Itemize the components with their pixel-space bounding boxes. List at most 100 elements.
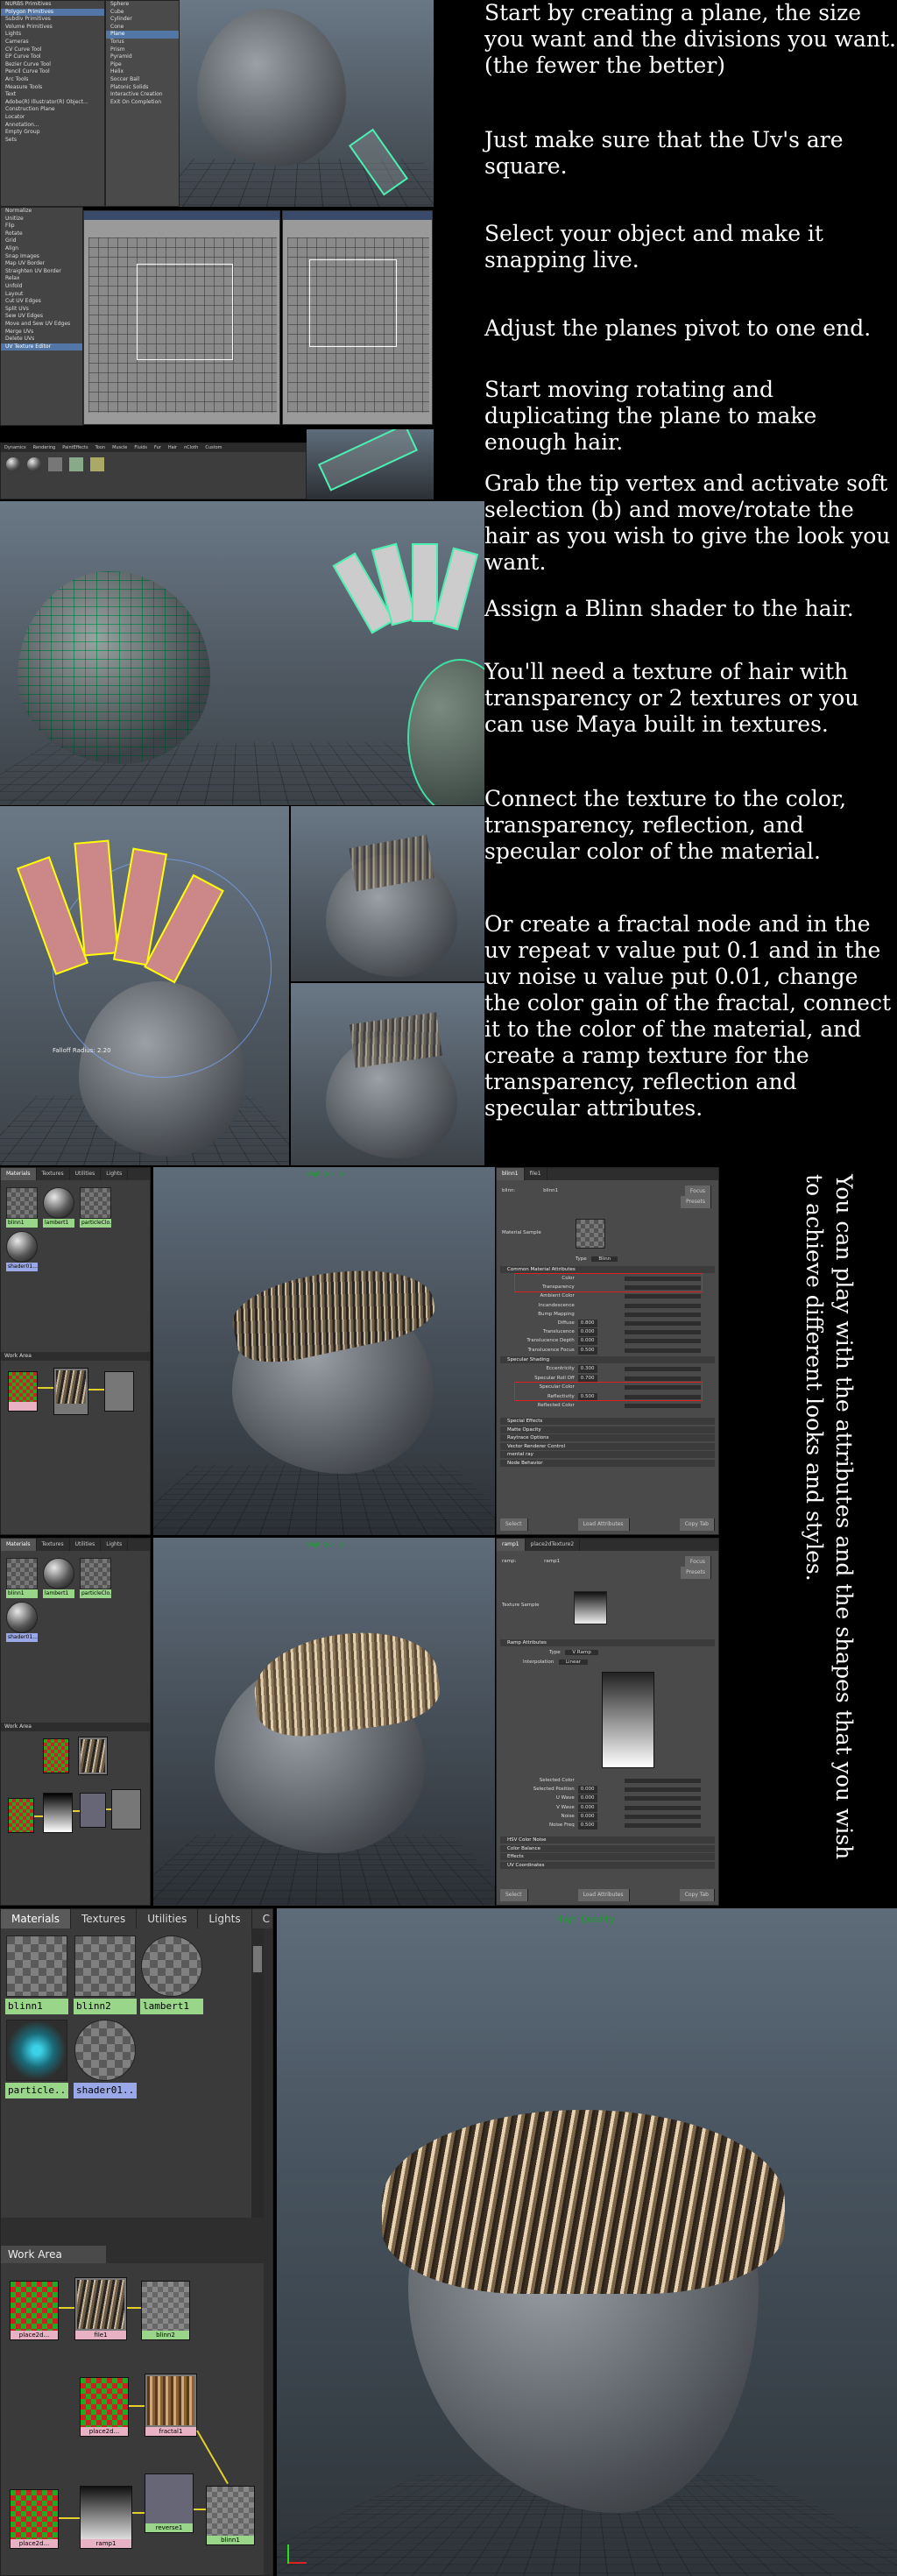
select-button-1[interactable]: Select (500, 1518, 528, 1531)
shelf-tab[interactable]: Dynamics (1, 443, 30, 452)
attr-row[interactable]: Incandescence (502, 1302, 713, 1310)
tab-textures[interactable]: Textures (37, 1168, 70, 1180)
big-swatch-shader01[interactable] (74, 2020, 136, 2081)
swatch-lambert1[interactable] (43, 1187, 74, 1219)
attr-row[interactable]: Noise Freq 0.500 (502, 1822, 713, 1829)
cube-icon[interactable] (48, 457, 62, 471)
uv-square-2[interactable] (309, 259, 397, 347)
poly-menu-item[interactable]: Exit On Completion (106, 99, 179, 107)
attr-row[interactable]: Diffuse 0.800 (502, 1320, 713, 1327)
big-tab-lights[interactable]: Lights (198, 1909, 252, 1928)
attr-row[interactable]: Selected Color (502, 1777, 713, 1785)
create-menu-item[interactable]: NURBS Primitives (1, 1, 104, 9)
uv-editor-window-1[interactable] (83, 210, 280, 425)
viewport-soft-select-3[interactable] (291, 983, 484, 1165)
tab-materials[interactable]: Materials (1, 1168, 37, 1180)
tab-lights[interactable]: Lights (101, 1168, 129, 1180)
collapsed-section[interactable]: Color Balance (500, 1844, 715, 1852)
big-node-reverse1[interactable]: reverse1 (145, 2473, 194, 2533)
collapsed-section[interactable]: Matte Opacity (500, 1426, 715, 1433)
attr-row[interactable]: Translucence Focus 0.500 (502, 1346, 713, 1355)
uv-menu-item[interactable]: Sew UV Edges (1, 313, 82, 321)
select-button-2[interactable]: Select (500, 1889, 528, 1901)
swatch-particle-2[interactable] (80, 1558, 111, 1589)
attr-presets-button[interactable]: Presets (681, 1196, 711, 1208)
swatch-shader01[interactable] (6, 1231, 38, 1263)
node-place2d-1[interactable] (8, 1371, 38, 1412)
create-menu-item[interactable]: Arc Tools (1, 76, 104, 84)
materials-scroll-thumb[interactable] (253, 1946, 262, 1972)
poly-menu-item[interactable]: Pipe (106, 61, 179, 69)
attr-row[interactable]: Eccentricity 0.300 (502, 1365, 713, 1373)
render-view-1[interactable]: High Quality (153, 1167, 495, 1535)
attr-row[interactable]: V Wave 0.000 (502, 1803, 713, 1812)
poly-menu-item[interactable]: Plane (106, 31, 179, 39)
light-icon[interactable] (90, 457, 104, 471)
tab-utilities-2[interactable]: Utilities (70, 1539, 102, 1551)
node-blinn-1[interactable] (104, 1371, 134, 1412)
uv-menu-item[interactable]: Delete UVs (1, 336, 82, 343)
collapsed-section[interactable]: UV Coordinates (500, 1861, 715, 1869)
shelf-tab[interactable]: Fluids (131, 443, 151, 452)
uv-menu-item[interactable]: Move and Sew UV Edges (1, 321, 82, 329)
collapsed-section[interactable]: HSV Color Noise (500, 1836, 715, 1844)
attr-row[interactable]: Selected Position 0.000 (502, 1786, 713, 1794)
node-place2d-3[interactable] (8, 1798, 34, 1833)
create-menu-item[interactable]: Locator (1, 114, 104, 122)
viewport-plane-closeup[interactable] (307, 429, 434, 499)
texture-icon[interactable] (69, 457, 83, 471)
uv-editor-window-2[interactable] (282, 210, 433, 425)
create-menu-item[interactable]: Pencil Curve Tool (1, 68, 104, 76)
poly-menu-item[interactable]: Pyramid (106, 53, 179, 61)
shelf-tab[interactable]: Muscle (109, 443, 131, 452)
swatch-blinn1-2[interactable] (6, 1558, 38, 1589)
poly-menu-item[interactable]: Interactive Creation (106, 91, 179, 99)
create-menu-item[interactable]: Measure Tools (1, 84, 104, 92)
shelf-tab[interactable]: Hair (165, 443, 180, 452)
collapsed-section[interactable]: Raytrace Options (500, 1434, 715, 1441)
big-node-fractal1[interactable]: fractal1 (145, 2374, 197, 2437)
work-area-canvas[interactable]: place2d... file1 blinn2 place2d... fract… (1, 2263, 264, 2575)
ramp-gradient-widget[interactable] (602, 1672, 654, 1768)
big-swatch-lambert1[interactable] (141, 1936, 202, 1997)
big-work-area-label[interactable]: Work Area (1, 2246, 106, 2263)
tab-textures-2[interactable]: Textures (37, 1539, 70, 1551)
create-menu-item[interactable]: CV Curve Tool (1, 46, 104, 54)
uv-menu-item[interactable]: Normalize (1, 208, 82, 216)
viewport-soft-select[interactable]: Falloff Radius: 2.20 (0, 806, 289, 1165)
uv-menu-item[interactable]: Split UVs (1, 306, 82, 314)
swatch-particle[interactable] (80, 1187, 111, 1219)
attr-row[interactable]: Bump Mapping (502, 1311, 713, 1319)
poly-menu-item[interactable]: Helix (106, 68, 179, 76)
attr-tab-file1[interactable]: file1 (525, 1168, 547, 1180)
viewport-head-plane[interactable] (180, 0, 434, 207)
create-menu-item[interactable]: Empty Group (1, 129, 104, 137)
uv-menu-item[interactable]: Align (1, 245, 82, 253)
tab-utilities[interactable]: Utilities (70, 1168, 102, 1180)
big-node-blinn1[interactable]: blinn1 (206, 2486, 255, 2545)
swatch-shader01-2[interactable] (6, 1602, 38, 1633)
load-attributes-button-1[interactable]: Load Attributes (577, 1518, 630, 1531)
big-tab-utilities[interactable]: Utilities (137, 1909, 199, 1928)
shelf-tab[interactable]: Custom (201, 443, 225, 452)
attr-row[interactable]: Translucence 0.000 (502, 1328, 713, 1337)
render-view-2[interactable]: High Quality (153, 1538, 495, 1906)
create-menu-item[interactable]: Construction Plane (1, 106, 104, 114)
tab-lights-2[interactable]: Lights (101, 1539, 129, 1551)
attr-tab-ramp1[interactable]: ramp1 (497, 1539, 526, 1551)
load-attributes-button-2[interactable]: Load Attributes (577, 1889, 630, 1901)
uv-menu-item[interactable]: Straighten UV Border (1, 268, 82, 276)
node-ramp-2[interactable] (43, 1793, 73, 1833)
create-menu-item[interactable]: Text (1, 91, 104, 99)
sphere-icon[interactable] (6, 457, 20, 471)
attr-row[interactable]: Noise 0.000 (502, 1812, 713, 1821)
uv-menu-item[interactable]: Unitize (1, 216, 82, 223)
attr-tab-blinn1[interactable]: blinn1 (497, 1168, 525, 1180)
create-menu-item[interactable]: Annotation... (1, 122, 104, 130)
uv-menu-item[interactable]: Grid (1, 237, 82, 245)
big-node-place2d-3[interactable]: place2d... (10, 2489, 59, 2549)
attr-row[interactable]: Reflected Color (502, 1402, 713, 1410)
create-menu-item[interactable]: Polygon Primitives (1, 8, 104, 17)
uv-menu-item[interactable]: Cut UV Edges (1, 298, 82, 306)
shelf-tab[interactable]: Fur (151, 443, 165, 452)
